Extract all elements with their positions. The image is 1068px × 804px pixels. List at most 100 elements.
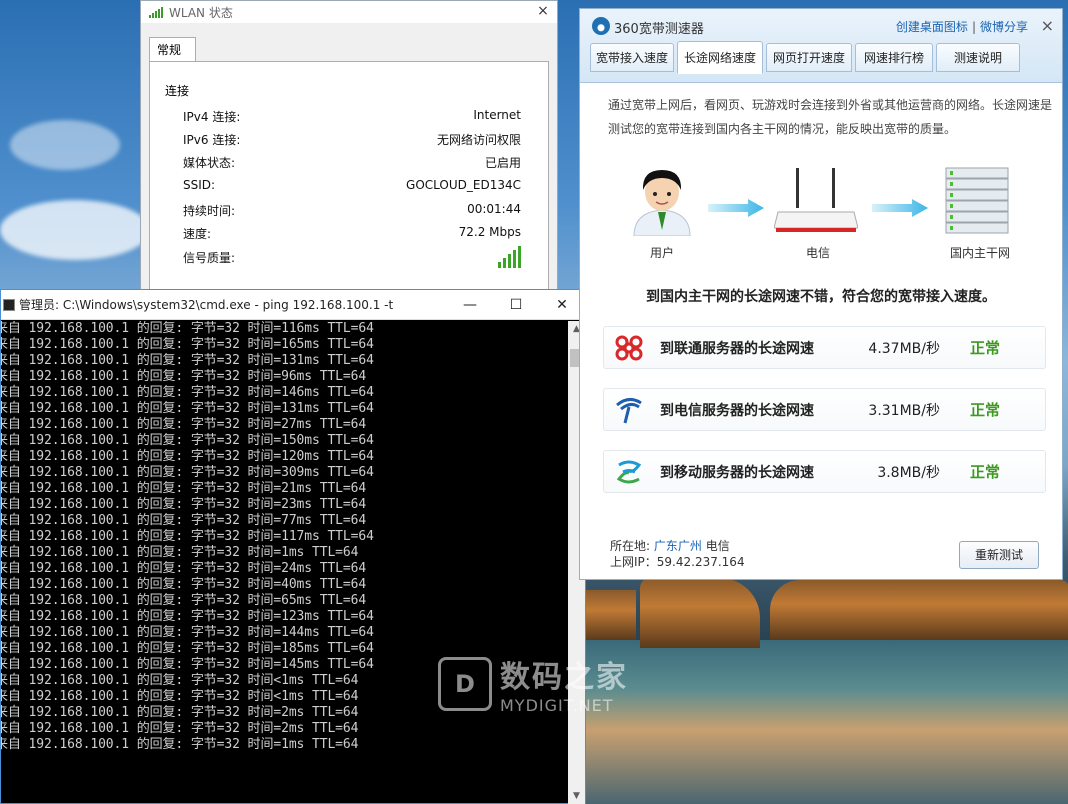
media-state-label: 媒体状态: bbox=[183, 156, 236, 170]
location-info: 所在地: 广东广州 电信 上网IP：59.42.237.164 bbox=[610, 538, 745, 570]
arrow-right-icon bbox=[872, 199, 928, 217]
ssid-row: SSID: GOCLOUD_ED134C bbox=[183, 178, 521, 192]
console-line: 来自 192.168.100.1 的回复: 字节=32 时间=120ms TTL… bbox=[1, 449, 374, 464]
speed-value: 72.2 Mbps bbox=[458, 225, 521, 239]
wlan-status-window: WLAN 状态 × 常规 连接 IPv4 连接: Internet IPv6 连接… bbox=[140, 0, 558, 300]
telecom-icon bbox=[612, 393, 646, 427]
cmd-app-icon bbox=[3, 298, 15, 311]
cmd-window-title: 管理员: C:\Windows\system32\cmd.exe - ping … bbox=[19, 298, 394, 312]
console-line: 来自 192.168.100.1 的回复: 字节=32 时间=146ms TTL… bbox=[1, 385, 374, 400]
unicom-label: 到联通服务器的长途网速 bbox=[660, 340, 814, 357]
ipv4-value: Internet bbox=[473, 108, 521, 122]
maximize-button[interactable]: ☐ bbox=[493, 290, 539, 320]
speedtest-title: 360宽带测速器 bbox=[614, 22, 704, 37]
location-label: 所在地: bbox=[610, 539, 651, 553]
console-line: 来自 192.168.100.1 的回复: 字节=32 时间=27ms TTL=… bbox=[1, 417, 367, 432]
arrow-right-icon bbox=[708, 199, 764, 217]
watermark-subtitle: MYDIGIT.NET bbox=[500, 696, 614, 715]
tab-access-speed[interactable]: 宽带接入速度 bbox=[590, 43, 674, 72]
console-line: 来自 192.168.100.1 的回复: 字节=32 时间=23ms TTL=… bbox=[1, 497, 367, 512]
link-separator: | bbox=[971, 20, 976, 34]
site-watermark: D 数码之家 MYDIGIT.NET bbox=[438, 652, 628, 715]
console-line: 来自 192.168.100.1 的回复: 字节=32 时间=123ms TTL… bbox=[1, 609, 374, 624]
ip-value: 59.42.237.164 bbox=[656, 555, 745, 569]
speed-label: 速度: bbox=[183, 227, 212, 241]
weibo-share-link[interactable]: 微博分享 bbox=[980, 20, 1028, 34]
create-desktop-icon-link[interactable]: 创建桌面图标 bbox=[896, 20, 968, 34]
console-line: 来自 192.168.100.1 的回复: 字节=32 时间=1ms TTL=6… bbox=[1, 737, 359, 752]
user-avatar-icon bbox=[633, 170, 691, 236]
console-line: 来自 192.168.100.1 的回复: 字节=32 时间=21ms TTL=… bbox=[1, 481, 367, 496]
location-isp: 电信 bbox=[705, 539, 730, 553]
speed-row: 速度: 72.2 Mbps bbox=[183, 225, 521, 242]
connection-section-title: 连接 bbox=[165, 84, 190, 98]
media-state-row: 媒体状态: 已启用 bbox=[183, 154, 521, 171]
media-state-value: 已启用 bbox=[484, 156, 521, 170]
console-line: 来自 192.168.100.1 的回复: 字节=32 时间=24ms TTL=… bbox=[1, 561, 367, 576]
speedtest-close-button[interactable]: × bbox=[1041, 16, 1054, 35]
unicom-status-badge: 正常 bbox=[970, 339, 1001, 357]
signal-quality-row: 信号质量: bbox=[183, 246, 521, 268]
cmd-console-output[interactable]: 来自 192.168.100.1 的回复: 字节=32 时间=116ms TTL… bbox=[1, 321, 569, 804]
telecom-label: 到电信服务器的长途网速 bbox=[660, 402, 814, 419]
console-line: 来自 192.168.100.1 的回复: 字节=32 时间=2ms TTL=6… bbox=[1, 721, 359, 736]
unicom-speed-value: 4.37MB/秒 bbox=[868, 340, 940, 357]
duration-label: 持续时间: bbox=[183, 204, 236, 218]
watermark-title: 数码之家 bbox=[500, 660, 628, 695]
console-line: 来自 192.168.100.1 的回复: 字节=32 时间=40ms TTL=… bbox=[1, 577, 367, 592]
ip-label: 上网IP： bbox=[610, 555, 657, 569]
console-line: 来自 192.168.100.1 的回复: 字节=32 时间=1ms TTL=6… bbox=[1, 545, 359, 560]
cmd-window: 管理员: C:\Windows\system32\cmd.exe - ping … bbox=[0, 289, 586, 804]
console-line: 来自 192.168.100.1 的回复: 字节=32 时间=165ms TTL… bbox=[1, 337, 374, 352]
speedtest-window: 360宽带测速器 创建桌面图标 | 微博分享 × 宽带接入速度 长途网络速度 网页打… bbox=[579, 8, 1063, 580]
network-diagram: 用户 电信 国内主干网 bbox=[580, 164, 1062, 264]
console-line: 来自 192.168.100.1 的回复: 字节=32 时间=77ms TTL=… bbox=[1, 513, 367, 528]
duration-value: 00:01:44 bbox=[467, 202, 521, 216]
server-rack-icon bbox=[945, 167, 1009, 234]
router-icon bbox=[774, 168, 858, 232]
console-line: 来自 192.168.100.1 的回复: 字节=32 时间=150ms TTL… bbox=[1, 433, 374, 448]
signal-quality-icon bbox=[498, 246, 521, 268]
mobile-speed-value: 3.8MB/秒 bbox=[877, 464, 940, 481]
watermark-logo-icon: D bbox=[438, 656, 492, 711]
tab-general[interactable]: 常规 bbox=[149, 37, 197, 62]
console-line: 来自 192.168.100.1 的回复: 字节=32 时间=131ms TTL… bbox=[1, 401, 374, 416]
tab-speed-ranking[interactable]: 网速排行榜 bbox=[855, 43, 933, 72]
console-line: 来自 192.168.100.1 的回复: 字节=32 时间=96ms TTL=… bbox=[1, 369, 367, 384]
wlan-window-title: WLAN 状态 bbox=[169, 5, 233, 20]
ipv6-value: 无网络访问权限 bbox=[436, 133, 521, 147]
speed-summary: 到国内主干网的长途网速不错，符合您的宽带接入速度。 bbox=[646, 289, 996, 305]
result-unicom: 到联通服务器的长途网速 4.37MB/秒 正常 bbox=[603, 326, 1046, 369]
mobile-status-badge: 正常 bbox=[970, 463, 1001, 481]
diagram-telecom-label: 电信 bbox=[805, 246, 830, 260]
wlan-close-button[interactable]: × bbox=[535, 3, 551, 19]
console-line: 来自 192.168.100.1 的回复: 字节=32 时间=131ms TTL… bbox=[1, 353, 374, 368]
result-telecom: 到电信服务器的长途网速 3.31MB/秒 正常 bbox=[603, 388, 1046, 431]
console-line: 来自 192.168.100.1 的回复: 字节=32 时间=144ms TTL… bbox=[1, 625, 374, 640]
speedtest-header: 360宽带测速器 创建桌面图标 | 微博分享 × 宽带接入速度 长途网络速度 网页打… bbox=[580, 9, 1062, 83]
location-city: 广东广州 bbox=[653, 539, 702, 553]
console-line: 来自 192.168.100.1 的回复: 字节=32 时间=65ms TTL=… bbox=[1, 593, 367, 608]
ssid-value: GOCLOUD_ED134C bbox=[406, 178, 521, 192]
minimize-button[interactable]: — bbox=[447, 290, 493, 320]
tab-long-distance-speed[interactable]: 长途网络速度 bbox=[677, 41, 763, 74]
tab-webpage-speed[interactable]: 网页打开速度 bbox=[766, 43, 852, 72]
console-line: 来自 192.168.100.1 的回复: 字节=32 时间=309ms TTL… bbox=[1, 465, 374, 480]
scroll-down-icon[interactable]: ▼ bbox=[568, 788, 585, 804]
telecom-status-badge: 正常 bbox=[970, 401, 1001, 419]
retest-button[interactable]: 重新测试 bbox=[959, 541, 1039, 569]
mobile-label: 到移动服务器的长途网速 bbox=[660, 464, 814, 481]
ipv4-label: IPv4 连接: bbox=[183, 110, 241, 124]
unicom-icon bbox=[612, 331, 646, 365]
mobile-icon bbox=[612, 455, 646, 489]
tab-speed-help[interactable]: 测速说明 bbox=[936, 43, 1020, 72]
diagram-backbone-label: 国内主干网 bbox=[949, 246, 1010, 260]
cmd-titlebar: 管理员: C:\Windows\system32\cmd.exe - ping … bbox=[1, 290, 585, 320]
wlan-general-panel: 连接 IPv4 连接: Internet IPv6 连接: 无网络访问权限 媒体状态… bbox=[149, 61, 549, 293]
ssid-label: SSID: bbox=[183, 178, 216, 192]
telecom-speed-value: 3.31MB/秒 bbox=[868, 402, 940, 419]
ipv6-label: IPv6 连接: bbox=[183, 133, 241, 147]
duration-row: 持续时间: 00:01:44 bbox=[183, 202, 521, 219]
wlan-titlebar: WLAN 状态 × bbox=[141, 1, 557, 23]
wifi-signal-icon bbox=[149, 6, 163, 18]
